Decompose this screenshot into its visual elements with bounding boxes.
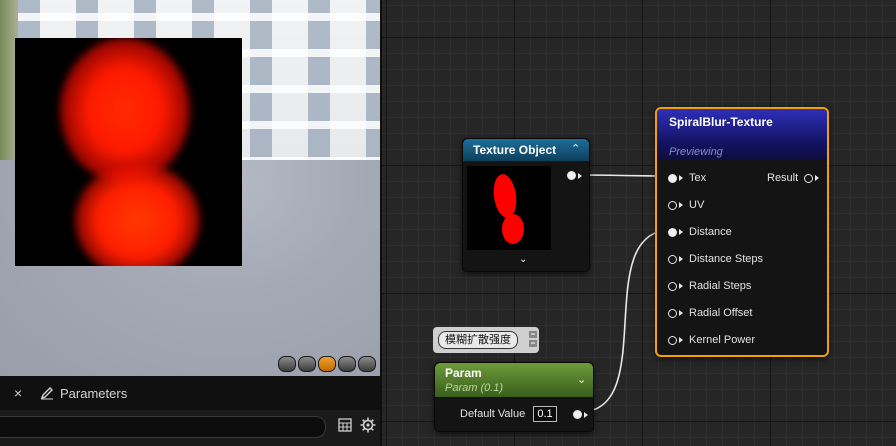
blurred-footprint-top — [60, 38, 190, 183]
pencil-icon — [40, 387, 53, 400]
spiral-blur-subtitle: Previewing — [669, 146, 723, 158]
footprint-icon — [493, 174, 524, 244]
parameters-search-input[interactable] — [0, 416, 326, 438]
pin-icon — [668, 308, 677, 318]
pin-label: Radial Steps — [689, 280, 752, 292]
comment-bubble[interactable]: 模糊扩散强度 — [433, 327, 539, 353]
cylinder-preview-button[interactable] — [278, 356, 296, 372]
param-output-pin[interactable] — [573, 410, 588, 419]
param-header: Param Param (0.1) ⌄ — [435, 363, 593, 397]
texture-thumbnail — [467, 166, 551, 250]
spiral-blur-node[interactable]: SpiralBlur-Texture Previewing Tex UV Dis… — [655, 107, 829, 357]
blurred-footprint-bottom — [75, 163, 200, 266]
gear-icon[interactable] — [360, 417, 376, 433]
pin-connected-icon — [567, 171, 576, 180]
input-pin-tex[interactable]: Tex — [668, 172, 706, 184]
input-pin-uv[interactable]: UV — [668, 199, 704, 211]
parameters-panel: × Parameters — [0, 376, 382, 446]
input-pin-distance[interactable]: Distance — [668, 226, 732, 238]
pin-label: Result — [767, 172, 799, 184]
pin-label: Tex — [689, 172, 707, 184]
cube-preview-button[interactable] — [338, 356, 356, 372]
pin-icon — [668, 254, 677, 264]
spiral-blur-header: SpiralBlur-Texture Previewing — [657, 109, 827, 159]
default-value-label: Default Value — [460, 408, 526, 420]
pin-label: UV — [689, 199, 705, 211]
default-value-input[interactable]: 0.1 — [533, 406, 557, 422]
pin-icon[interactable] — [529, 330, 537, 348]
pin-label: Radial Offset — [689, 307, 753, 319]
sphere-preview-button[interactable] — [298, 356, 316, 372]
parameters-tab-bar: × Parameters — [0, 376, 382, 410]
pin-icon — [668, 200, 677, 210]
input-pin-radial-steps[interactable]: Radial Steps — [668, 280, 751, 292]
preview-viewport[interactable] — [0, 0, 382, 376]
grid-icon[interactable] — [338, 418, 352, 432]
collapse-icon[interactable]: ⌃ — [571, 142, 580, 155]
input-pin-radial-offset[interactable]: Radial Offset — [668, 307, 752, 319]
tab-parameters-label: Parameters — [60, 385, 128, 401]
pin-connected-icon — [668, 227, 677, 237]
expand-icon[interactable]: ⌄ — [519, 254, 527, 265]
pin-icon — [804, 173, 814, 183]
tab-parameters[interactable]: Parameters — [40, 376, 127, 410]
pin-label: Kernel Power — [689, 334, 756, 346]
input-pin-distance-steps[interactable]: Distance Steps — [668, 253, 763, 265]
pin-connected-icon — [573, 410, 582, 419]
param-subtitle: Param (0.1) — [445, 382, 504, 394]
pin-icon — [668, 335, 677, 345]
pin-connected-icon — [668, 173, 677, 183]
pin-label: Distance — [689, 226, 732, 238]
texture-object-title: Texture Object — [473, 143, 557, 157]
texture-object-node[interactable]: Texture Object ⌃ ⌄ — [462, 138, 590, 272]
pin-label: Distance Steps — [689, 253, 763, 265]
custom-mesh-preview-button[interactable] — [358, 356, 376, 372]
comment-text: 模糊扩散强度 — [438, 331, 518, 349]
pin-icon — [668, 281, 677, 291]
view-mode-buttons — [278, 356, 376, 372]
close-tab-button[interactable]: × — [14, 385, 22, 401]
texture-object-header: Texture Object ⌃ — [463, 139, 589, 161]
spiral-blur-title: SpiralBlur-Texture — [669, 115, 773, 129]
param-node[interactable]: Param Param (0.1) ⌄ Default Value 0.1 — [434, 362, 594, 432]
chevron-down-icon[interactable]: ⌄ — [577, 373, 586, 386]
texture-output-pin[interactable] — [567, 171, 582, 180]
input-pin-kernel-power[interactable]: Kernel Power — [668, 334, 755, 346]
output-pin-result[interactable]: Result — [767, 172, 820, 184]
plane-preview-button[interactable] — [318, 356, 336, 372]
param-title: Param — [445, 366, 482, 380]
material-preview-plane — [15, 38, 242, 266]
